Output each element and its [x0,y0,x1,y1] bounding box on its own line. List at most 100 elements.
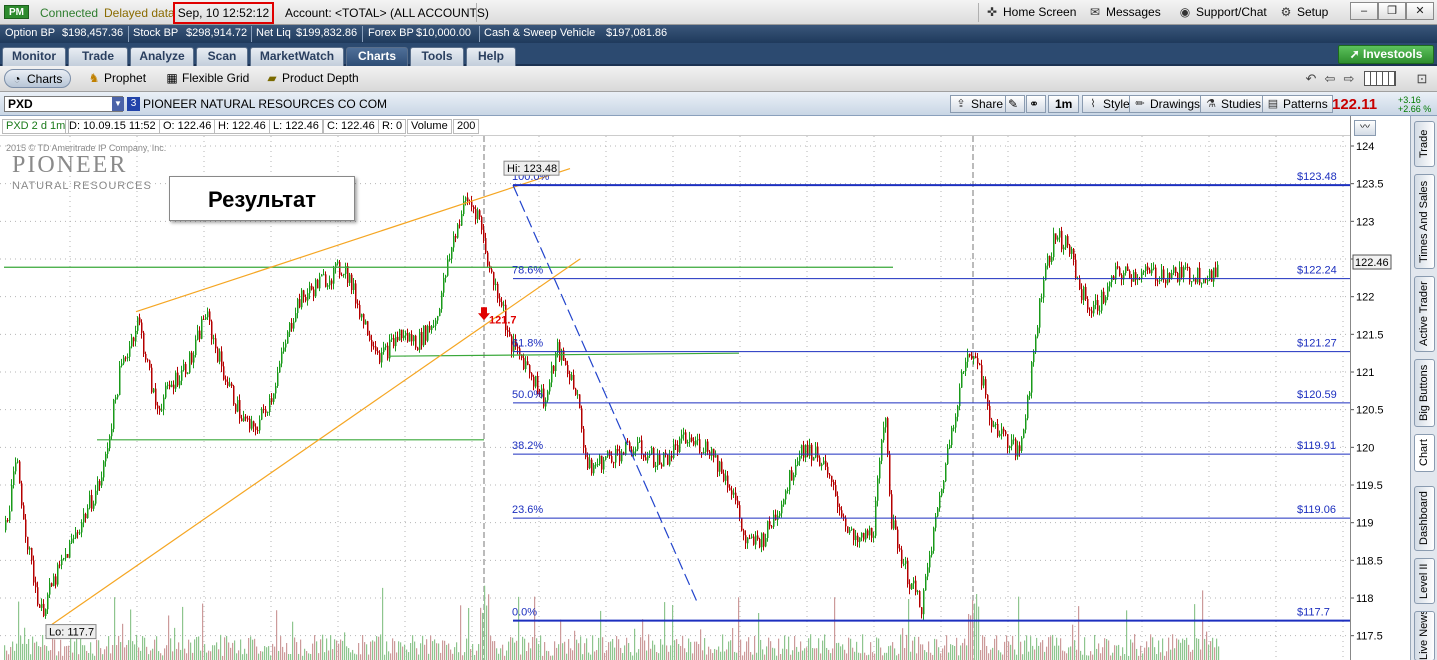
tab-analyze[interactable]: Analyze [130,47,194,66]
sidebar-tab-live-news[interactable]: Live News [1414,611,1435,660]
lock-icon[interactable]: ⊡ [1414,71,1430,87]
style-button[interactable]: ⌇ Style [1082,95,1135,113]
volume-bar [490,635,492,660]
settings-button[interactable]: ✎ [1005,95,1025,113]
volume-bar [582,654,584,660]
sidebar-tab-active-trader[interactable]: Active Trader [1414,276,1435,352]
chevron-down-icon[interactable]: ▼ [112,97,124,111]
minimize-button[interactable]: – [1350,2,1378,20]
subtab-product-depth[interactable]: ▰ Product Depth [260,69,358,88]
tab-monitor[interactable]: Monitor [2,47,66,66]
candle-body [545,400,547,407]
tab-charts[interactable]: Charts [346,47,408,66]
layout-grid-icon[interactable] [1364,71,1396,86]
candle-body [263,408,265,410]
candle-body [1105,297,1107,303]
tab-help[interactable]: Help [466,47,516,66]
account-selector[interactable]: Account: <TOTAL> (ALL ACCOUNTS) [285,6,489,20]
candle-body [883,427,885,441]
volume-bar [652,640,654,660]
volume-bar [994,638,996,660]
candle-body [937,508,939,517]
candle-body [353,283,355,291]
volume-bar [570,648,572,660]
candle-body [1095,300,1097,305]
divider [476,3,477,22]
percent-change: +2.66 % [1398,104,1432,114]
candle-body [391,338,393,340]
tab-trade[interactable]: Trade [68,47,128,66]
sidebar-tab-trade[interactable]: Trade [1414,121,1435,167]
home-screen-button[interactable]: ✜ Home Screen [985,3,1076,22]
sidebar-tab-dashboard[interactable]: Dashboard [1414,486,1435,551]
volume-bar [906,634,908,660]
volume-bar [978,606,980,660]
candle-body [1025,418,1027,430]
candle-body [179,380,181,386]
tab-tools[interactable]: Tools [410,47,464,66]
price-axis[interactable]: 117.5 118 118.5 119 119.5 120 120.5 121 121.5 122… [1350,116,1410,660]
volume-bar [578,643,580,660]
candle-body [889,454,891,495]
candle-body [217,348,219,362]
candle-body [1017,445,1019,457]
sidebar-tab-times-and-sales[interactable]: Times And Sales [1414,174,1435,269]
sidebar-tab-chart[interactable]: Chart [1414,434,1435,472]
support-chat-button[interactable]: ◉ Support/Chat [1178,3,1267,22]
link-button[interactable]: ⚭ [1026,95,1046,113]
investools-button[interactable]: ➚ Investools [1338,45,1434,64]
sidebar-tab-level-ii[interactable]: Level II [1414,558,1435,604]
setup-button[interactable]: ⚙ Setup [1279,3,1329,22]
candle-body [813,457,815,461]
symbol-link-badge[interactable]: 3 [127,97,140,111]
candle-body [907,560,909,585]
candle-body [821,464,823,467]
volume-bar [386,641,388,660]
bar-low: L: 122.46 [269,119,323,134]
volume-bar [908,599,910,660]
pm-badge: PM [4,5,29,19]
drawings-button[interactable]: ✏ Drawings [1129,95,1206,113]
candle-body [151,367,153,393]
tab-scan[interactable]: Scan [196,47,248,66]
subtab-prophet[interactable]: ♞ Prophet [82,69,146,88]
candle-body [1011,439,1013,447]
volume-bar [114,597,116,660]
candle-body [137,317,139,331]
subtab-charts[interactable]: ◔ Charts [4,69,72,88]
volume-bar [824,634,826,660]
candle-body [473,206,475,210]
candle-body [191,352,193,363]
volume-bar [560,619,562,660]
volume-bar [144,637,146,660]
interval-button[interactable]: 1m [1048,95,1080,113]
studies-button[interactable]: ⚗ Studies [1200,95,1267,113]
volume-bar [622,653,624,660]
chart-settings-icon[interactable]: 〰 [1354,120,1376,136]
volume-bar [876,637,878,660]
close-button[interactable]: ✕ [1406,2,1434,20]
undo-icon[interactable]: ↶ [1303,71,1319,87]
volume-bar [750,652,752,660]
candle-body [347,266,349,283]
candle-body [185,364,187,374]
volume-bar [274,646,276,660]
chart-description[interactable]: PXD 2 d 1m [2,119,70,134]
back-arrow-icon[interactable]: ⇦ [1322,71,1338,87]
candle-body [847,526,849,533]
forward-arrow-icon[interactable]: ⇨ [1341,71,1357,87]
messages-button[interactable]: ✉ Messages [1088,3,1161,22]
candle-body [593,464,595,474]
tab-marketwatch[interactable]: MarketWatch [250,47,344,66]
symbol-input[interactable]: PXD [4,96,123,112]
sidebar-tab-big-buttons[interactable]: Big Buttons [1414,359,1435,427]
share-button[interactable]: ⇪ Share [950,95,1009,113]
volume-bar [362,635,364,660]
volume-bar [154,639,156,660]
patterns-button[interactable]: ▤ Patterns [1262,95,1333,113]
restore-button[interactable]: ❐ [1378,2,1406,20]
volume-bar [62,655,64,660]
volume-bar [176,648,178,660]
subtab-flexible-grid[interactable]: ▦ Flexible Grid [160,69,249,88]
volume-bar [470,649,472,660]
